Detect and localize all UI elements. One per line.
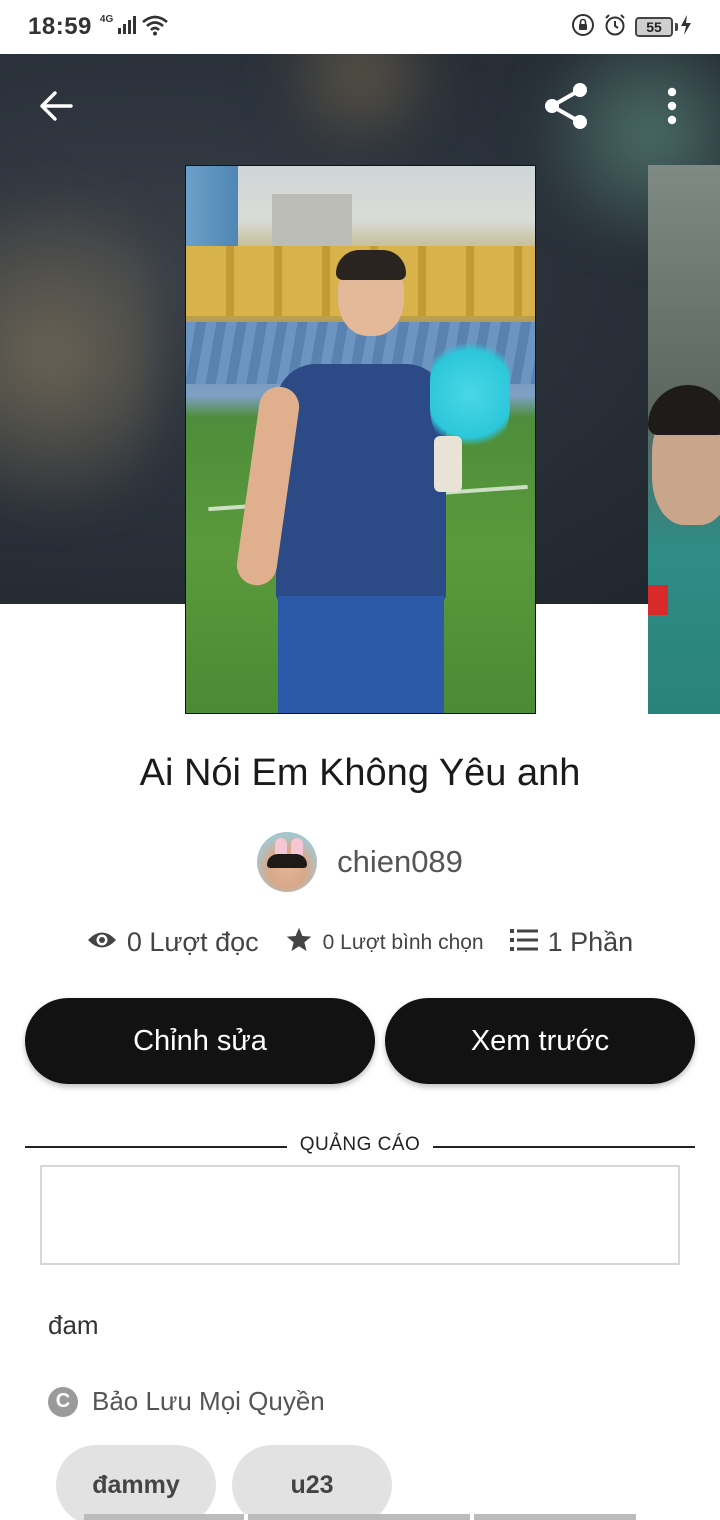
back-button[interactable] bbox=[28, 80, 84, 136]
battery-indicator: 55 bbox=[635, 14, 692, 40]
copyright-text: Bảo Lưu Mọi Quyền bbox=[92, 1386, 325, 1416]
ad-divider bbox=[433, 1146, 695, 1148]
charging-icon bbox=[680, 14, 692, 40]
preview-button[interactable]: Xem trước bbox=[385, 998, 695, 1084]
tag-chip[interactable]: u23 bbox=[232, 1445, 392, 1520]
author-row[interactable]: chien089 bbox=[0, 832, 720, 892]
next-cover-image[interactable] bbox=[648, 165, 720, 714]
back-arrow-icon bbox=[38, 88, 74, 129]
parts-stat: 1 Phần bbox=[509, 927, 634, 958]
battery-level: 55 bbox=[635, 17, 673, 37]
author-name[interactable]: chien089 bbox=[337, 844, 463, 880]
votes-count: 0 Lượt bình chọn bbox=[322, 930, 484, 954]
edit-button[interactable]: Chỉnh sửa bbox=[25, 998, 375, 1084]
share-button[interactable] bbox=[538, 80, 594, 136]
alarm-icon bbox=[603, 13, 627, 42]
cover-person bbox=[278, 596, 444, 713]
status-time: 18:59 bbox=[28, 13, 92, 40]
story-stats: 0 Lượt đọc 0 Lượt bình chọn 1 Phần bbox=[0, 926, 720, 959]
status-right-icons: 55 bbox=[571, 13, 692, 42]
ad-label: QUẢNG CÁO bbox=[299, 1134, 421, 1155]
copyright-icon: C bbox=[48, 1386, 78, 1417]
more-options-button[interactable] bbox=[644, 80, 700, 136]
lock-rotation-icon bbox=[571, 13, 595, 42]
hero-blur bbox=[260, 54, 460, 154]
share-icon bbox=[540, 80, 592, 137]
battery-tip bbox=[675, 23, 678, 31]
story-cover-image[interactable] bbox=[185, 165, 536, 714]
reads-stat: 0 Lượt đọc bbox=[87, 927, 259, 958]
cover-person bbox=[336, 250, 406, 280]
cover-flag bbox=[648, 585, 668, 615]
cover-person bbox=[276, 364, 446, 604]
cover-person bbox=[648, 385, 720, 435]
story-description: đam bbox=[48, 1310, 99, 1340]
wifi-icon bbox=[141, 14, 169, 41]
status-left-icons: 4G bbox=[100, 14, 169, 41]
copyright-row: C Bảo Lưu Mọi Quyền bbox=[48, 1386, 325, 1417]
reads-count: 0 Lượt đọc bbox=[126, 927, 259, 957]
author-avatar[interactable] bbox=[257, 832, 318, 892]
hero-blur bbox=[0, 134, 160, 574]
signal-icon bbox=[117, 15, 137, 40]
list-icon bbox=[509, 928, 538, 957]
cover-bottle bbox=[434, 436, 462, 492]
bottom-strip bbox=[84, 1514, 636, 1520]
eye-icon bbox=[87, 929, 117, 956]
status-bar: 18:59 4G 55 bbox=[0, 0, 720, 54]
more-vert-icon bbox=[666, 86, 678, 131]
votes-stat: 0 Lượt bình chọn bbox=[285, 926, 484, 959]
network-type: 4G bbox=[99, 13, 114, 25]
ad-slot[interactable] bbox=[40, 1165, 680, 1265]
parts-count: 1 Phần bbox=[547, 927, 634, 957]
tag-chip[interactable]: đammy bbox=[56, 1445, 216, 1520]
star-icon bbox=[285, 926, 313, 959]
story-title: Ai Nói Em Không Yêu anh bbox=[139, 752, 581, 794]
avatar-hair bbox=[267, 854, 308, 868]
ad-divider bbox=[25, 1146, 287, 1148]
